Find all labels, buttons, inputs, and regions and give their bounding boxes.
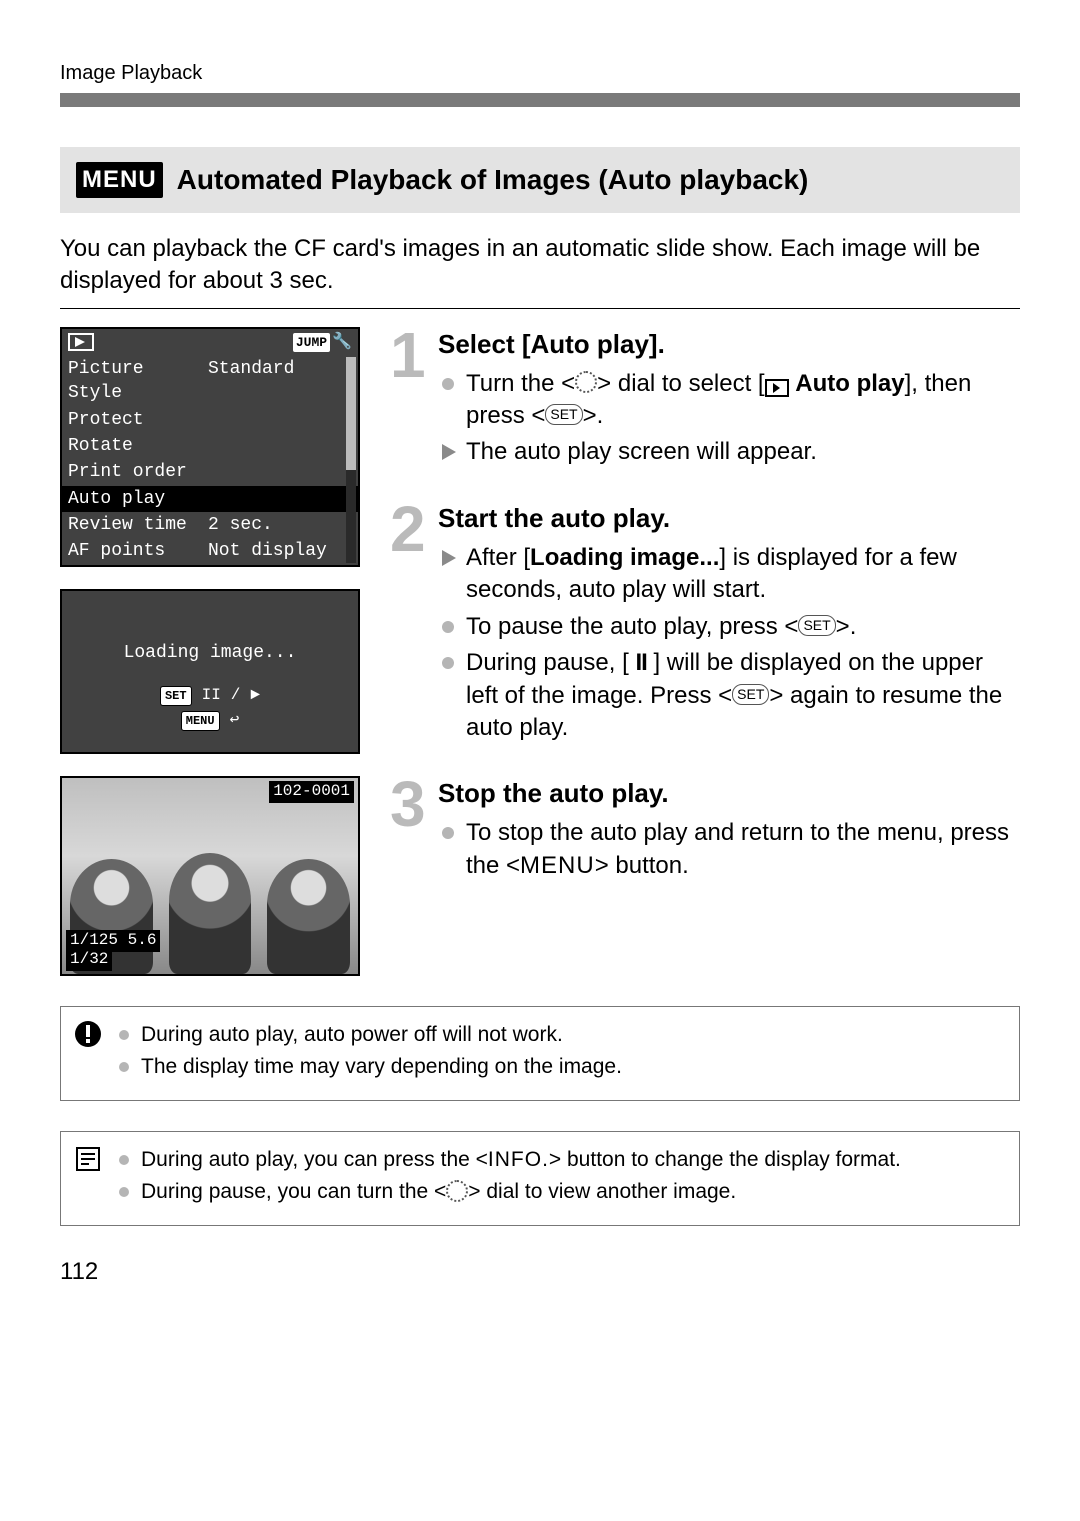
warning-note-box: During auto play, auto power off will no…	[60, 1006, 1020, 1101]
step-bullet: The auto play screen will appear.	[438, 436, 1020, 468]
divider	[60, 308, 1020, 309]
slash-icon: /	[231, 685, 241, 707]
step-heading: Start the auto play.	[438, 501, 1020, 536]
note-item: The display time may vary depending on t…	[119, 1053, 1003, 1081]
loading-screenshot: Loading image... SET II / ► MENU ↩	[60, 589, 360, 754]
step: 3 Stop the auto play. To stop the auto p…	[390, 776, 1020, 886]
menu-row: Print order	[62, 459, 358, 485]
note-item: During pause, you can turn the <> dial t…	[119, 1178, 1003, 1206]
screenshots-column: JUMP 🔧 Picture StyleStandardProtectRotat…	[60, 327, 360, 976]
note-item: During auto play, you can press the <INF…	[119, 1146, 1003, 1175]
camera-menu-screenshot: JUMP 🔧 Picture StyleStandardProtectRotat…	[60, 327, 360, 567]
steps-column: 1 Select [Auto play]. Turn the <> dial t…	[390, 327, 1020, 915]
loading-text: Loading image...	[72, 641, 348, 665]
running-head: Image Playback	[60, 60, 1020, 87]
step-bullet: To pause the auto play, press <SET>.	[438, 611, 1020, 643]
menu-scrollbar	[346, 357, 356, 563]
wrench-icon: 🔧	[332, 332, 352, 354]
section-title: Automated Playback of Images (Auto playb…	[177, 161, 809, 199]
menu-row: Auto play	[62, 486, 358, 512]
play-arrow-icon: ►	[250, 685, 260, 707]
photo-count: 1/32	[66, 949, 112, 971]
menu-badge-small: MENU	[181, 711, 220, 731]
step-heading: Stop the auto play.	[438, 776, 1020, 811]
menu-badge-icon: MENU	[76, 162, 163, 198]
step-number: 2	[390, 501, 432, 748]
section-title-bar: MENU Automated Playback of Images (Auto …	[60, 147, 1020, 213]
header-rule	[60, 93, 1020, 107]
info-note-box: During auto play, you can press the <INF…	[60, 1131, 1020, 1226]
step-heading: Select [Auto play].	[438, 327, 1020, 362]
menu-row: AF pointsNot display	[62, 538, 358, 564]
playback-tab-icon	[68, 333, 94, 351]
step-number: 3	[390, 776, 432, 886]
menu-row: Rotate	[62, 433, 358, 459]
step: 2 Start the auto play. After [Loading im…	[390, 501, 1020, 748]
page-number: 112	[60, 1256, 1020, 1288]
step-bullet: After [Loading image...] is displayed fo…	[438, 542, 1020, 607]
note-item: During auto play, auto power off will no…	[119, 1021, 1003, 1049]
intro-paragraph: You can playback the CF card's images in…	[60, 233, 1020, 298]
menu-row: Picture StyleStandard	[62, 356, 358, 407]
step: 1 Select [Auto play]. Turn the <> dial t…	[390, 327, 1020, 473]
return-icon: ↩	[230, 710, 240, 732]
photo-file-number: 102-0001	[269, 781, 354, 803]
step-bullet: To stop the auto play and return to the …	[438, 817, 1020, 882]
set-badge: SET	[160, 686, 192, 706]
jump-badge: JUMP	[293, 333, 330, 353]
step-number: 1	[390, 327, 432, 473]
warning-icon	[73, 1019, 103, 1049]
note-icon	[73, 1144, 103, 1174]
menu-row: Review time2 sec.	[62, 512, 358, 538]
playback-photo-screenshot: 102-0001 1/125 5.6 1/32	[60, 776, 360, 976]
pause-icon: II	[202, 685, 221, 707]
step-bullet: During pause, [ II ] will be displayed o…	[438, 647, 1020, 744]
menu-row: Protect	[62, 407, 358, 433]
step-bullet: Turn the <> dial to select [ Auto play],…	[438, 368, 1020, 433]
